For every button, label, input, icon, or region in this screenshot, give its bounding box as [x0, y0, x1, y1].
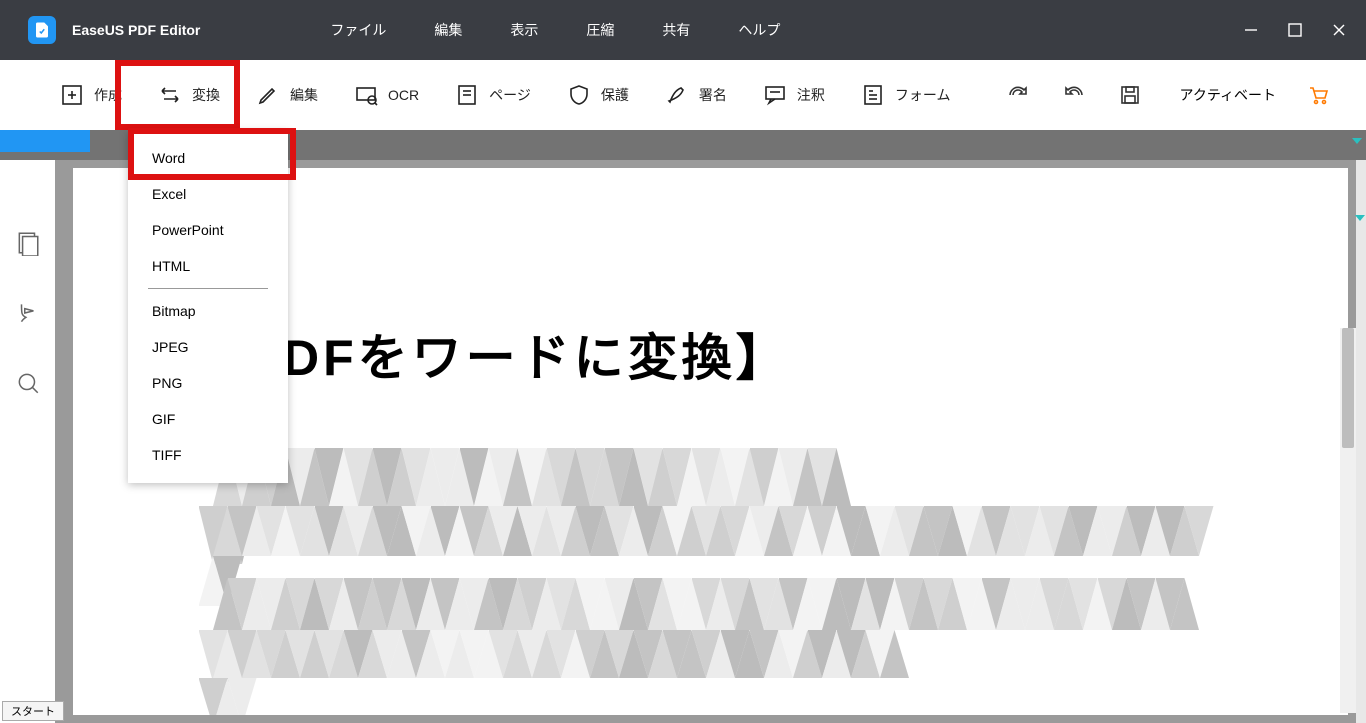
undo-button[interactable] — [1060, 81, 1088, 109]
redacted-text-block — [213, 506, 1223, 556]
sign-button[interactable]: 署名 — [647, 75, 745, 115]
convert-icon — [158, 83, 182, 107]
pencil-icon — [256, 83, 280, 107]
menu-help[interactable]: ヘルプ — [738, 20, 780, 40]
side-panel — [0, 160, 55, 723]
menubar: ファイル 編集 表示 圧縮 共有 ヘルプ — [330, 20, 780, 40]
scrollbar-thumb[interactable] — [1342, 328, 1354, 448]
start-button[interactable]: スタート — [2, 701, 64, 721]
protect-button[interactable]: 保護 — [549, 75, 647, 115]
redacted-text-block — [213, 578, 1213, 630]
redacted-text-block — [213, 630, 913, 678]
redacted-text-block — [213, 448, 863, 506]
ocr-label: OCR — [388, 87, 419, 103]
outer-vertical-scrollbar[interactable] — [1356, 160, 1366, 723]
app-title: EaseUS PDF Editor — [72, 22, 200, 38]
comment-icon — [763, 83, 787, 107]
minimize-button[interactable] — [1242, 21, 1260, 39]
page-button[interactable]: ページ — [437, 75, 549, 115]
convert-to-powerpoint[interactable]: PowerPoint — [128, 212, 288, 248]
document-heading: DFをワードに変換】 — [283, 318, 790, 390]
ocr-button[interactable]: OCR — [336, 75, 437, 115]
menu-share[interactable]: 共有 — [662, 20, 690, 40]
form-icon — [861, 83, 885, 107]
convert-to-png[interactable]: PNG — [128, 365, 288, 401]
edit-button[interactable]: 編集 — [238, 75, 336, 115]
ocr-icon — [354, 83, 378, 107]
search-icon[interactable] — [15, 370, 41, 396]
annotate-label: 注釈 — [797, 85, 825, 105]
convert-label: 変換 — [192, 85, 220, 105]
inner-vertical-scrollbar[interactable] — [1340, 328, 1356, 713]
page-icon — [455, 83, 479, 107]
active-tab[interactable] — [0, 130, 90, 152]
convert-to-tiff[interactable]: TIFF — [128, 437, 288, 473]
form-label: フォーム — [895, 85, 951, 105]
window-controls — [1242, 21, 1348, 39]
create-label: 作成 — [94, 85, 122, 105]
convert-to-gif[interactable]: GIF — [128, 401, 288, 437]
thumbnails-icon[interactable] — [15, 230, 41, 256]
tab-dropdown-caret-icon[interactable] — [1352, 138, 1362, 144]
save-button[interactable] — [1116, 81, 1144, 109]
page-label: ページ — [489, 85, 531, 105]
sign-label: 署名 — [699, 85, 727, 105]
cart-button[interactable] — [1304, 81, 1332, 109]
activate-label: アクティベート — [1180, 85, 1276, 105]
shield-icon — [567, 83, 591, 107]
edit-label: 編集 — [290, 85, 318, 105]
menu-view[interactable]: 表示 — [510, 20, 538, 40]
maximize-button[interactable] — [1286, 21, 1304, 39]
pen-icon — [665, 83, 689, 107]
convert-button[interactable]: 変換 — [140, 75, 238, 115]
plus-icon — [60, 83, 84, 107]
menu-file[interactable]: ファイル — [330, 20, 386, 40]
close-button[interactable] — [1330, 21, 1348, 39]
convert-dropdown: Word Excel PowerPoint HTML Bitmap JPEG P… — [128, 130, 288, 483]
toolbar-right: アクティベート — [1004, 81, 1348, 109]
menu-edit[interactable]: 編集 — [434, 20, 462, 40]
toolbar: 作成 変換 編集 OCR ページ 保護 署名 注釈 フォーム アクティベート — [0, 60, 1366, 130]
convert-to-excel[interactable]: Excel — [128, 176, 288, 212]
menu-compress[interactable]: 圧縮 — [586, 20, 614, 40]
protect-label: 保護 — [601, 85, 629, 105]
create-button[interactable]: 作成 — [42, 75, 140, 115]
annotate-button[interactable]: 注釈 — [745, 75, 843, 115]
activate-button[interactable]: アクティベート — [1172, 85, 1276, 105]
form-button[interactable]: フォーム — [843, 75, 969, 115]
convert-to-html[interactable]: HTML — [128, 248, 288, 284]
convert-to-jpeg[interactable]: JPEG — [128, 329, 288, 365]
redo-button[interactable] — [1004, 81, 1032, 109]
titlebar: EaseUS PDF Editor ファイル 編集 表示 圧縮 共有 ヘルプ — [0, 0, 1366, 60]
convert-to-word[interactable]: Word — [128, 140, 288, 176]
dropdown-separator — [148, 288, 268, 289]
app-logo-icon — [28, 16, 56, 44]
outer-scrollbar-caret-icon[interactable] — [1355, 215, 1365, 221]
convert-to-bitmap[interactable]: Bitmap — [128, 293, 288, 329]
bookmarks-icon[interactable] — [15, 300, 41, 326]
